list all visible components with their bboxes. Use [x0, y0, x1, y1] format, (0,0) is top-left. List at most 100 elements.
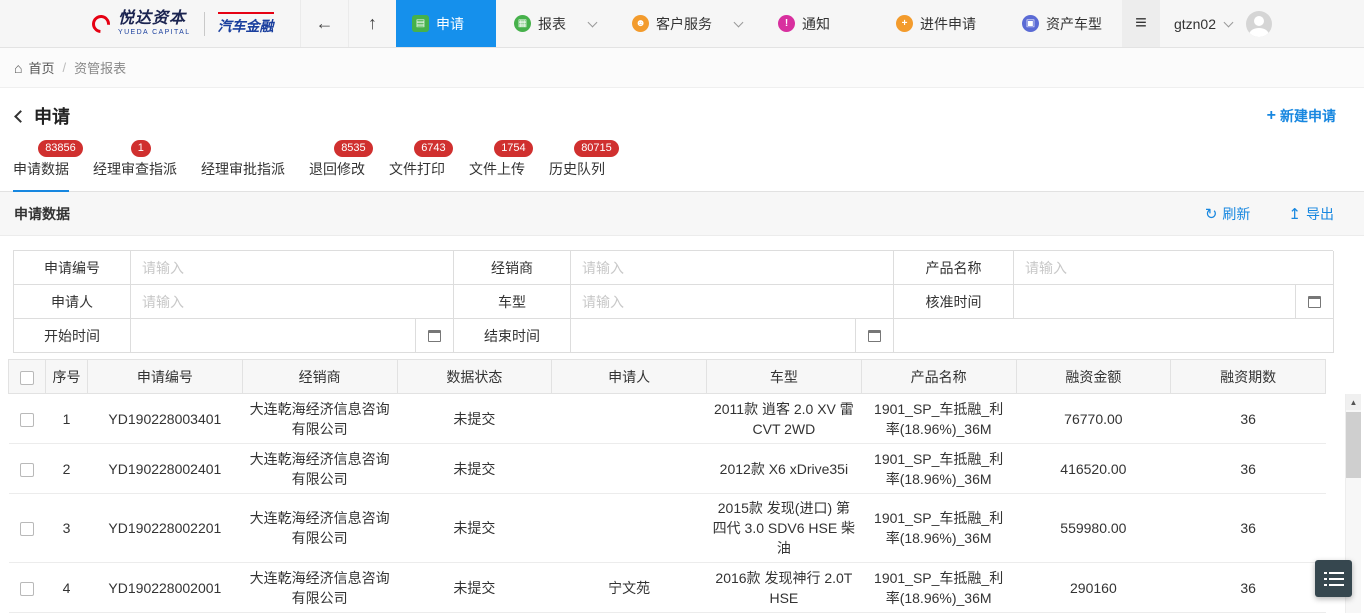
cell-seq: 3	[46, 494, 88, 563]
calendar-button[interactable]	[855, 319, 893, 352]
filter-label-product-name: 产品名称	[894, 251, 1014, 285]
row-checkbox[interactable]	[20, 413, 34, 427]
cell-vehicle: 2015款 发现(进口) 第四代 3.0 SDV6 HSE 柴油	[707, 494, 862, 563]
tab-manager-review-assign[interactable]: 经理审查指派 1	[93, 159, 177, 191]
cell-seq: 4	[46, 563, 88, 613]
plus-icon: +	[1267, 107, 1276, 125]
tab-file-upload[interactable]: 文件上传 1754	[469, 159, 525, 191]
tab-file-print[interactable]: 文件打印 6743	[389, 159, 445, 191]
filter-product-name	[1014, 251, 1334, 285]
tab-label: 文件上传	[469, 161, 525, 177]
new-application-button[interactable]: + 新建申请	[1267, 106, 1336, 126]
back-arrow-icon: ←	[316, 13, 334, 34]
column-header-vehicle: 车型	[707, 360, 862, 394]
nav-item-label: 资产车型	[1046, 14, 1102, 34]
cell-applicant	[552, 444, 707, 494]
filter-end-time	[571, 319, 894, 353]
row-checkbox[interactable]	[20, 582, 34, 596]
filter-apply-no	[131, 251, 454, 285]
nav-item-apply[interactable]: ▤ 申请	[396, 0, 496, 47]
chevron-left-icon[interactable]	[14, 110, 27, 123]
tab-application-data[interactable]: 申请数据 83856	[13, 159, 69, 192]
quick-menu-button[interactable]	[1315, 560, 1352, 597]
menu-toggle-button[interactable]: ≡	[1122, 0, 1160, 47]
nav-item-asset-vehicle[interactable]: ▣ 资产车型	[1004, 0, 1120, 47]
intake-apply-icon: +	[896, 15, 913, 32]
back-button[interactable]: ←	[300, 0, 348, 47]
end-time-input[interactable]	[571, 319, 855, 352]
nav-item-notification[interactable]: ! 通知	[760, 0, 848, 47]
table-row[interactable]: 3 YD190228002201 大连乾海经济信息咨询有限公司 未提交 2015…	[9, 494, 1326, 563]
avatar[interactable]	[1246, 11, 1272, 37]
vehicle-input[interactable]	[571, 285, 893, 318]
nav-item-label: 报表	[538, 14, 566, 34]
scrollbar-thumb[interactable]	[1346, 412, 1361, 478]
filter-label-apply-no: 申请编号	[14, 251, 131, 285]
customer-service-icon: ☻	[632, 15, 649, 32]
cell-seq: 2	[46, 444, 88, 494]
refresh-icon: ↻	[1205, 205, 1218, 223]
table-row[interactable]: 2 YD190228002401 大连乾海经济信息咨询有限公司 未提交 2012…	[9, 444, 1326, 494]
breadcrumb-current: 资管报表	[74, 58, 126, 77]
tab-history-queue[interactable]: 历史队列 80715	[549, 159, 605, 191]
cell-periods: 36	[1171, 394, 1326, 444]
cell-dealer: 大连乾海经济信息咨询有限公司	[242, 563, 397, 613]
refresh-button[interactable]: ↻ 刷新	[1205, 204, 1251, 224]
product-name-input[interactable]	[1014, 251, 1333, 284]
section-header: 申请数据 ↻ 刷新 ↥ 导出	[0, 192, 1364, 236]
table-row[interactable]: 1 YD190228003401 大连乾海经济信息咨询有限公司 未提交 2011…	[9, 394, 1326, 444]
dealer-input[interactable]	[571, 251, 893, 284]
cell-product: 1901_SP_车抵融_利率(18.96%)_36M	[861, 494, 1016, 563]
tab-badge: 1754	[494, 140, 532, 157]
table-row[interactable]: 4 YD190228002001 大连乾海经济信息咨询有限公司 未提交 宁文苑 …	[9, 563, 1326, 613]
column-header-product: 产品名称	[861, 360, 1016, 394]
cell-vehicle: 2016款 发现神行 2.0T HSE	[707, 563, 862, 613]
report-icon: ▦	[514, 15, 531, 32]
cell-apply-no: YD190228003401	[88, 394, 243, 444]
filter-label-end-time: 结束时间	[454, 319, 571, 353]
cell-applicant	[552, 394, 707, 444]
calendar-button[interactable]	[415, 319, 453, 352]
username: gtzn02	[1174, 16, 1216, 32]
cell-amount: 559980.00	[1016, 494, 1171, 563]
applicant-input[interactable]	[131, 285, 453, 318]
filter-dealer	[571, 251, 894, 285]
chevron-down-icon	[588, 17, 598, 27]
breadcrumb-home[interactable]: 首页	[28, 58, 54, 77]
filter-label-applicant: 申请人	[14, 285, 131, 319]
nav-item-intake-apply[interactable]: + 进件申请	[878, 0, 994, 47]
brand-subtitle: 汽车金融	[218, 12, 274, 36]
row-checkbox[interactable]	[20, 463, 34, 477]
export-button[interactable]: ↥ 导出	[1288, 204, 1334, 224]
home-icon: ⌂	[14, 60, 22, 76]
column-header-status: 数据状态	[397, 360, 552, 394]
tab-label: 文件打印	[389, 161, 445, 177]
header-checkbox-cell	[9, 360, 46, 394]
cell-dealer: 大连乾海经济信息咨询有限公司	[242, 494, 397, 563]
scroll-up-button[interactable]: ▲	[1346, 394, 1361, 410]
cell-status: 未提交	[397, 394, 552, 444]
user-menu[interactable]: gtzn02	[1160, 0, 1246, 47]
asset-vehicle-icon: ▣	[1022, 15, 1039, 32]
tab-manager-approve-assign[interactable]: 经理审批指派	[201, 159, 285, 191]
tab-return-modify[interactable]: 退回修改 8535	[309, 159, 365, 191]
approve-time-input[interactable]	[1014, 285, 1295, 318]
nav-item-label: 申请	[436, 14, 464, 34]
nav-item-customer-service[interactable]: ☻ 客户服务	[614, 0, 760, 47]
filter-approve-time	[1014, 285, 1334, 319]
filter-label-start-time: 开始时间	[14, 319, 131, 353]
cell-status: 未提交	[397, 563, 552, 613]
apply-no-input[interactable]	[131, 251, 453, 284]
list-icon	[1324, 571, 1344, 587]
scroll-up-icon: ▲	[1350, 398, 1358, 407]
nav-item-report[interactable]: ▦ 报表	[496, 0, 614, 47]
select-all-checkbox[interactable]	[20, 371, 34, 385]
up-button[interactable]: ↑	[348, 0, 396, 47]
chevron-down-icon	[1224, 17, 1234, 27]
start-time-input[interactable]	[131, 319, 415, 352]
cell-applicant	[552, 494, 707, 563]
calendar-button[interactable]	[1295, 285, 1333, 318]
filter-empty-cell	[894, 319, 1334, 353]
row-checkbox[interactable]	[20, 522, 34, 536]
breadcrumb: ⌂ 首页 / 资管报表	[0, 48, 1364, 88]
